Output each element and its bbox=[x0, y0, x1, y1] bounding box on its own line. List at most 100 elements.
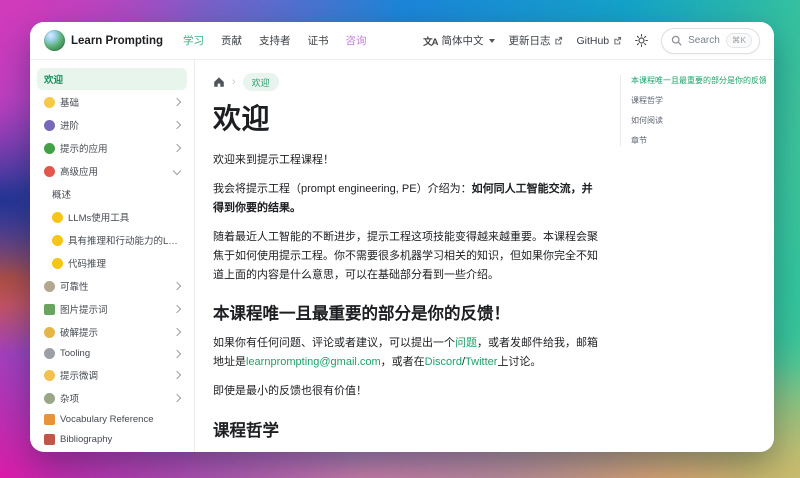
sidebar-item-llms-using-tools[interactable]: LLMs使用工具 bbox=[45, 206, 187, 228]
sidebar-item-prompt-tuning[interactable]: 提示微调 bbox=[37, 364, 187, 386]
wizard-icon bbox=[44, 119, 55, 131]
books-icon bbox=[44, 434, 55, 445]
gear-icon bbox=[44, 392, 55, 404]
theme-toggle[interactable] bbox=[635, 34, 649, 47]
changelog-link[interactable]: 更新日志 bbox=[508, 33, 563, 48]
brand[interactable]: Learn Prompting bbox=[44, 30, 163, 51]
sidebar-item-prompted-products[interactable]: Prompted Products bbox=[37, 450, 187, 452]
page-title: 欢迎 bbox=[213, 103, 271, 134]
sidebar-item-label: 提示的应用 bbox=[60, 144, 108, 155]
paragraph: 随着最近人工智能的不断进步，提示工程这项技能变得越来越重要。本课程会聚焦于如何使… bbox=[213, 228, 602, 285]
toc-item-1[interactable]: 课程哲学 bbox=[631, 95, 766, 106]
text: 即使是最小的反馈也很有价值！ bbox=[213, 385, 367, 398]
text: 上讨论。 bbox=[497, 356, 542, 369]
text: 如果你有任何问题、评论或者建议，可以提出一个 bbox=[213, 337, 455, 350]
toc-item-2[interactable]: 如何阅读 bbox=[631, 115, 766, 126]
orange-book-icon bbox=[44, 414, 55, 425]
github-link[interactable]: GitHub bbox=[576, 35, 622, 47]
test-tube-icon bbox=[44, 142, 55, 154]
sun-icon bbox=[635, 34, 649, 47]
nav-link-certificate[interactable]: 证书 bbox=[308, 33, 329, 48]
wrench-icon bbox=[44, 348, 55, 359]
search-icon bbox=[671, 35, 682, 46]
external-link-icon bbox=[614, 36, 622, 45]
nav-link-supporters[interactable]: 支持者 bbox=[259, 33, 291, 48]
nav-link-contribute[interactable]: 贡献 bbox=[221, 33, 242, 48]
section-heading: 本课程唯一且最重要的部分是你的反馈！ bbox=[213, 305, 510, 324]
sidebar-item-advanced-applications[interactable]: 高级应用 bbox=[37, 160, 187, 182]
nav-link-learn[interactable]: 学习 bbox=[183, 33, 204, 48]
locale-label: 简体中文 bbox=[441, 35, 484, 47]
inline-link[interactable]: learnprompting@gmail.com bbox=[246, 356, 381, 368]
toc-item-3[interactable]: 章节 bbox=[631, 135, 766, 146]
sidebar-item-basics[interactable]: 基础 bbox=[37, 91, 187, 113]
app-window: Learn Prompting 学习 贡献 支持者 证书 咨询 文A 简体中文 更新日志… bbox=[30, 22, 774, 452]
sidebar-item-welcome[interactable]: 欢迎 bbox=[37, 68, 187, 90]
sidebar-item-llms-reason-act[interactable]: 具有推理和行动能力的LLMs bbox=[45, 229, 187, 251]
sidebar-item-label: 破解提示 bbox=[60, 328, 99, 339]
table-of-contents: 本课程唯一且最重要的部分是你的反馈！ 课程哲学如何阅读章节 bbox=[620, 60, 774, 452]
yellow-circle-icon bbox=[52, 257, 63, 269]
paragraph: 如果你有任何问题、评论或者建议，可以提出一个问题，或者发邮件给我，邮箱地址是le… bbox=[213, 334, 602, 372]
paragraph: 我会将提示工程（prompt engineering, PE）介绍为：如何同人工… bbox=[213, 180, 602, 218]
chevron-right-icon bbox=[172, 393, 182, 403]
search-placeholder: Search bbox=[688, 35, 720, 46]
sidebar-item-applied-prompting[interactable]: 提示的应用 bbox=[37, 137, 187, 159]
chevron-down-icon bbox=[172, 166, 182, 176]
text: 随着最近人工智能的不断进步，提示工程这项技能变得越来越重要。本课程会聚焦于如何使… bbox=[213, 230, 598, 281]
sidebar-item-miscellaneous[interactable]: 杂项 bbox=[37, 387, 187, 409]
home-icon[interactable] bbox=[213, 76, 225, 88]
external-link-icon bbox=[555, 36, 563, 45]
inline-link[interactable]: 问题 bbox=[455, 337, 477, 349]
sidebar-item-label: LLMs使用工具 bbox=[68, 213, 130, 224]
article-body: 欢迎来到提示工程课程！ 我会将提示工程（prompt engineering, P… bbox=[213, 151, 602, 452]
navbar: Learn Prompting 学习 贡献 支持者 证书 咨询 文A 简体中文 更新日志… bbox=[30, 22, 774, 60]
sidebar-item-label: 欢迎 bbox=[44, 75, 64, 86]
text: 我会将提示工程（prompt engineering, PE）介绍为： bbox=[213, 182, 472, 195]
paragraph: 欢迎来到提示工程课程！ bbox=[213, 151, 602, 170]
chevron-down-icon bbox=[489, 38, 496, 43]
sidebar-item-vocabulary-reference[interactable]: Vocabulary Reference bbox=[37, 410, 187, 429]
chevron-right-icon bbox=[172, 327, 182, 337]
sidebar-item-image-prompting[interactable]: 图片提示词 bbox=[37, 298, 187, 320]
sidebar-item-tooling[interactable]: Tooling bbox=[37, 344, 187, 363]
locale-dropdown[interactable]: 文A 简体中文 bbox=[423, 33, 496, 48]
text: 欢迎来到提示工程课程！ bbox=[213, 154, 334, 166]
rocket-icon bbox=[44, 165, 55, 177]
sidebar-item-code-reasoning[interactable]: 代码推理 bbox=[45, 252, 187, 274]
learn-prompting-logo-icon bbox=[44, 30, 65, 51]
nav-link-consulting[interactable]: 咨询 bbox=[346, 33, 367, 48]
inline-link[interactable]: Twitter bbox=[465, 356, 497, 368]
breadcrumb-current: 欢迎 bbox=[242, 73, 279, 91]
sidebar-item-label: 进阶 bbox=[60, 121, 80, 132]
sidebar-item-label: Vocabulary Reference bbox=[60, 414, 154, 425]
unlocked-padlock-icon bbox=[44, 326, 55, 338]
sidebar-item-reliability[interactable]: 可靠性 bbox=[37, 275, 187, 297]
breadcrumb: › 欢迎 bbox=[213, 73, 602, 91]
section-heading: 课程哲学 bbox=[213, 422, 279, 441]
chevron-right-icon bbox=[172, 97, 182, 107]
navbar-links: 学习 贡献 支持者 证书 咨询 bbox=[183, 33, 367, 48]
sidebar-item-label: 概述 bbox=[52, 190, 72, 201]
chevron-right-icon bbox=[172, 281, 182, 291]
sidebar-item-label: 杂项 bbox=[60, 394, 80, 405]
translate-icon: 文A bbox=[423, 36, 438, 48]
toc-item-0[interactable]: 本课程唯一且最重要的部分是你的反馈！ bbox=[631, 75, 766, 86]
search-shortcut-badge: ⌘K bbox=[725, 33, 752, 48]
sidebar-item-label: 提示微调 bbox=[60, 371, 99, 382]
chevron-right-icon bbox=[172, 304, 182, 314]
page-body: 欢迎 基础 进阶 提示的应用 高级应用 概述 LLMs使用工具 具有推理和行动能力的LLMs 代… bbox=[30, 60, 774, 452]
framed-picture-icon bbox=[44, 303, 55, 315]
inline-link[interactable]: Discord bbox=[425, 356, 462, 368]
paragraph: 快速迭代：因为提示工程的内容日新月异，所以我会经常更新本课程，用短文章来介绍新技… bbox=[213, 451, 602, 452]
paragraph: 即使是最小的反馈也很有价值！ bbox=[213, 382, 602, 401]
toc-list: 本课程唯一且最重要的部分是你的反馈！ 课程哲学如何阅读章节 bbox=[620, 75, 766, 146]
sidebar-item-label: 基础 bbox=[60, 98, 80, 109]
sidebar-item-prompt-hacking[interactable]: 破解提示 bbox=[37, 321, 187, 343]
search-input[interactable]: Search ⌘K bbox=[661, 27, 760, 54]
smiley-icon bbox=[44, 96, 55, 108]
sidebar-item-overview[interactable]: 概述 bbox=[45, 183, 187, 205]
sidebar-item-bibliography[interactable]: Bibliography bbox=[37, 430, 187, 449]
sidebar-item-intermediate[interactable]: 进阶 bbox=[37, 114, 187, 136]
brand-title: Learn Prompting bbox=[71, 34, 164, 47]
